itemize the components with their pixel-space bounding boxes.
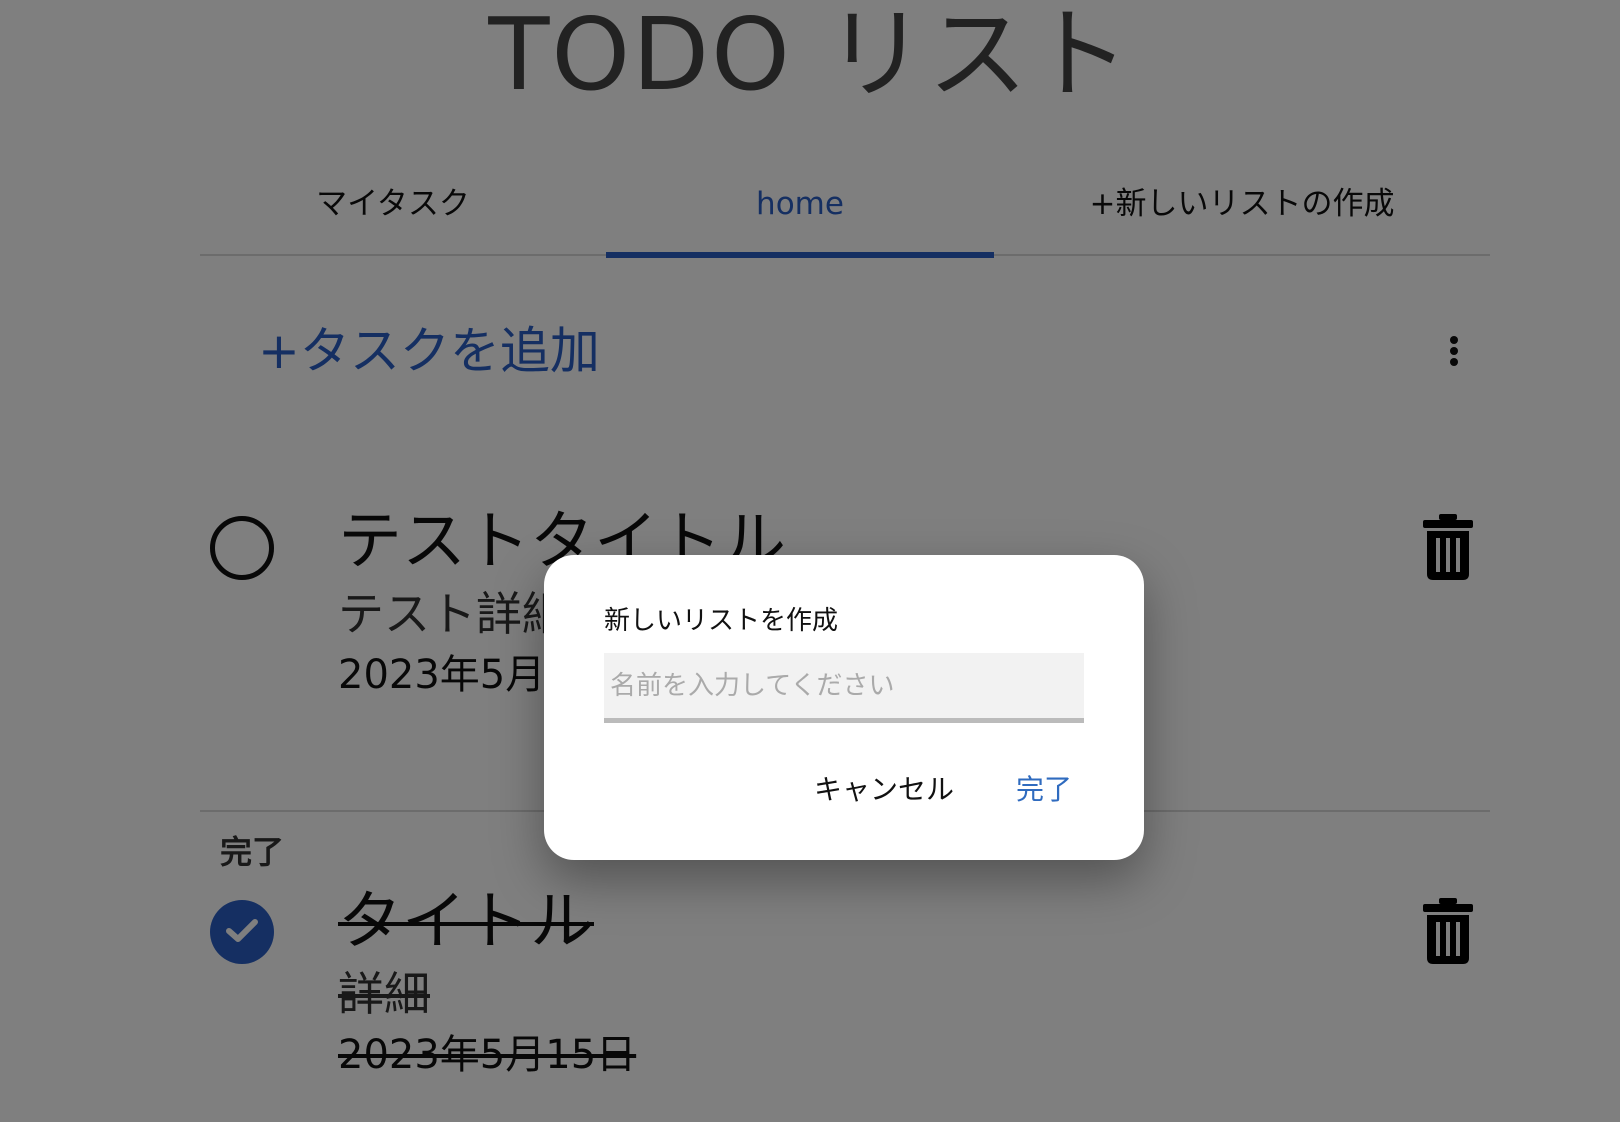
create-list-dialog: 新しいリストを作成 キャンセル 完了 xyxy=(544,555,1144,860)
cancel-button[interactable]: キャンセル xyxy=(814,765,954,815)
list-name-field xyxy=(604,653,1084,723)
todo-app: TODO リスト マイタスク home +新しいリストの作成 +タスクを追加 テ… xyxy=(0,0,1620,1122)
list-name-input[interactable] xyxy=(604,653,1084,718)
dialog-title: 新しいリストを作成 xyxy=(604,606,839,636)
done-button[interactable]: 完了 xyxy=(1016,765,1072,815)
